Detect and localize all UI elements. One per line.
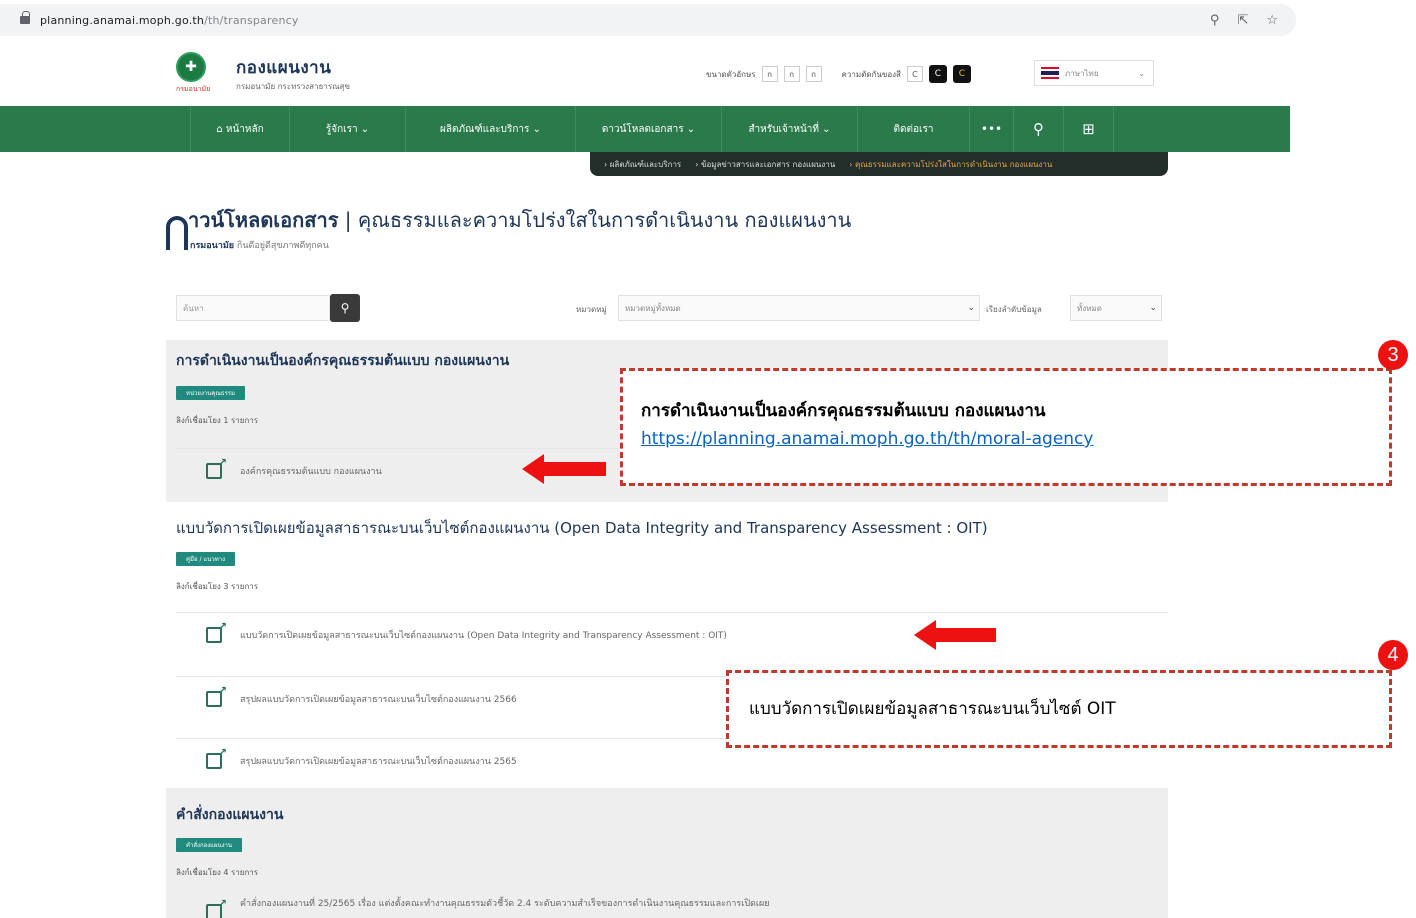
- sort-label: เรียงลำดับข้อมูล: [986, 305, 1042, 314]
- search-input[interactable]: ค้นหา: [176, 295, 330, 321]
- red-arrow-annotation-icon: [522, 454, 606, 484]
- zoom-icon[interactable]: ⚲: [1210, 13, 1220, 28]
- section-tag[interactable]: หน่วยงานคุณธรรม: [176, 386, 245, 400]
- search-icon: ⚲: [340, 301, 350, 315]
- search-icon[interactable]: ⚲: [1014, 106, 1064, 152]
- browser-address-bar[interactable]: planning.anamai.moph.go.th/th/transparen…: [0, 4, 1296, 36]
- nav-contact[interactable]: ติดต่อเรา: [858, 106, 970, 152]
- list-item[interactable]: คำสั่งกองแผนงานที่ 25/2565 เรื่อง แต่งตั…: [176, 892, 1168, 918]
- star-icon[interactable]: ☆: [1266, 13, 1278, 28]
- language-value: ภาษาไทย: [1065, 68, 1099, 78]
- annotation-title: การดำเนินงานเป็นองค์กรคุณธรรมต้นแบบ กองแ…: [641, 401, 1046, 421]
- list-item[interactable]: แบบวัดการเปิดเผยข้อมูลสาธารณะบนเว็บไซต์ก…: [176, 612, 1168, 656]
- external-link-icon: [206, 897, 227, 918]
- list-item-label[interactable]: สรุปผลแบบวัดการเปิดเผยข้อมูลสาธารณะบนเว็…: [240, 754, 517, 768]
- section-title: คำสั่งกองแผนงาน: [176, 807, 284, 823]
- page-title: าวน์โหลดเอกสาร | คุณธรรมและความโปร่งใสใน…: [188, 208, 852, 232]
- link-count: ลิงก์เชื่อมโยง 4 รายการ: [176, 868, 259, 877]
- chevron-down-icon: ⌄: [967, 303, 975, 313]
- category-value: หมวดหมู่ทั้งหมด: [625, 303, 681, 313]
- arrow-head: [522, 454, 544, 484]
- breadcrumb-item[interactable]: › ข้อมูลข่าวสารและเอกสาร กองแผนงาน: [695, 158, 835, 171]
- link-count: ลิงก์เชื่อมโยง 3 รายการ: [176, 582, 259, 591]
- site-subtitle: กรมอนามัย กระทรวงสาธารณสุข: [236, 82, 350, 91]
- category-label: หมวดหมู่: [576, 305, 607, 314]
- external-link-icon: [206, 456, 227, 479]
- annotation-link[interactable]: https://planning.anamai.moph.go.th/th/mo…: [641, 429, 1093, 449]
- list-item-label[interactable]: สรุปผลแบบวัดการเปิดเผยข้อมูลสาธารณะบนเว็…: [240, 692, 517, 706]
- section-tag[interactable]: คู่มือ / แนวทาง: [176, 552, 235, 566]
- list-item-label[interactable]: แบบวัดการเปิดเผยข้อมูลสาธารณะบนเว็บไซต์ก…: [240, 628, 727, 642]
- nav-products[interactable]: ผลิตภัณฑ์และบริการ ⌄: [406, 106, 576, 152]
- arrow-shaft: [934, 628, 996, 642]
- font-large-button[interactable]: ก: [805, 66, 822, 82]
- section-title: แบบวัดการเปิดเผยข้อมูลสาธารณะบนเว็บไซต์ก…: [176, 519, 988, 537]
- nav-about[interactable]: รู้จักเรา ⌄: [290, 106, 406, 152]
- logo-caption: กรมอนามัย: [176, 85, 211, 93]
- section-tag[interactable]: คำสั่งกองแผนงาน: [176, 838, 243, 852]
- search-button[interactable]: ⚲: [330, 294, 360, 322]
- nav-downloads[interactable]: ดาวน์โหลดเอกสาร ⌄: [576, 106, 722, 152]
- more-icon[interactable]: •••: [970, 106, 1014, 152]
- nav-home[interactable]: ⌂ หน้าหลัก: [190, 106, 290, 152]
- address-url[interactable]: planning.anamai.moph.go.th/th/transparen…: [40, 14, 299, 27]
- arrow-shaft: [542, 462, 606, 476]
- browser-actions: ⚲ ⇱ ☆: [1210, 4, 1278, 36]
- contrast-dark-button[interactable]: C: [928, 65, 947, 83]
- chevron-down-icon: ⌄: [1138, 68, 1145, 78]
- contrast-yellow-button[interactable]: C: [952, 65, 971, 83]
- sort-value: ทั้งหมด: [1077, 303, 1102, 313]
- step-badge-4: 4: [1378, 640, 1408, 670]
- breadcrumb-item[interactable]: › ผลิตภัณฑ์และบริการ: [604, 158, 681, 171]
- font-medium-button[interactable]: ก: [783, 66, 800, 82]
- nav-staff[interactable]: สำหรับเจ้าหน้าที่ ⌄: [722, 106, 858, 152]
- share-icon[interactable]: ⇱: [1237, 13, 1248, 28]
- external-link-icon: [206, 746, 227, 769]
- language-select[interactable]: ภาษาไทย ⌄: [1034, 60, 1154, 86]
- site-title[interactable]: กองแผนงาน: [236, 54, 331, 81]
- contrast-label: ความตัดกันของสี: [841, 69, 901, 79]
- external-link-icon: [206, 684, 227, 707]
- font-small-button[interactable]: ก: [761, 66, 778, 82]
- external-link-icon: [206, 620, 227, 643]
- sitemap-icon[interactable]: ⊞: [1064, 106, 1114, 152]
- section-title: การดำเนินงานเป็นองค์กรคุณธรรมต้นแบบ กองแ…: [176, 353, 510, 369]
- step-badge-3: 3: [1378, 340, 1408, 370]
- department-logo[interactable]: ✚: [176, 52, 206, 82]
- contrast-normal-button[interactable]: C: [906, 66, 923, 82]
- annotation-box-3: การดำเนินงานเป็นองค์กรคุณธรรมต้นแบบ กองแ…: [620, 368, 1392, 486]
- annotation-title: แบบวัดการเปิดเผยข้อมูลสาธารณะบนเว็บไซต์ …: [749, 699, 1116, 719]
- list-item-label[interactable]: คำสั่งกองแผนงานที่ 25/2565 เรื่อง แต่งตั…: [240, 896, 770, 910]
- red-arrow-annotation-icon: [914, 620, 996, 650]
- font-size-label: ขนาดตัวอักษร: [706, 69, 756, 79]
- list-item-label[interactable]: องค์กรคุณธรรมต้นแบบ กองแผนงาน: [240, 464, 382, 478]
- category-select[interactable]: หมวดหมู่ทั้งหมด ⌄: [618, 295, 980, 321]
- chevron-down-icon: ⌄: [1149, 303, 1157, 313]
- arrow-head: [914, 620, 936, 650]
- link-count: ลิงก์เชื่อมโยง 1 รายการ: [176, 416, 259, 425]
- heading-decorative-glyph: [166, 216, 188, 250]
- thai-flag-icon: [1041, 67, 1059, 79]
- sort-select[interactable]: ทั้งหมด ⌄: [1070, 295, 1162, 321]
- screenshot-root: planning.anamai.moph.go.th/th/transparen…: [0, 0, 1416, 918]
- accessibility-controls: ขนาดตัวอักษร ก ก ก ความตัดกันของสี C C C: [706, 64, 971, 84]
- breadcrumb: › ผลิตภัณฑ์และบริการ › ข้อมูลข่าวสารและเ…: [590, 152, 1168, 176]
- main-nav: ⌂ หน้าหลัก รู้จักเรา ⌄ ผลิตภัณฑ์และบริกา…: [0, 106, 1290, 152]
- annotation-box-4: แบบวัดการเปิดเผยข้อมูลสาธารณะบนเว็บไซต์ …: [726, 670, 1392, 748]
- breadcrumb-current: › คุณธรรมและความโปร่งใสในการดำเนินงาน กอ…: [849, 159, 1053, 169]
- lock-icon: [20, 11, 30, 24]
- page-subtitle: กรมอนามัย กินดีอยู่ดีสุขภาพดีทุกคน: [190, 241, 329, 251]
